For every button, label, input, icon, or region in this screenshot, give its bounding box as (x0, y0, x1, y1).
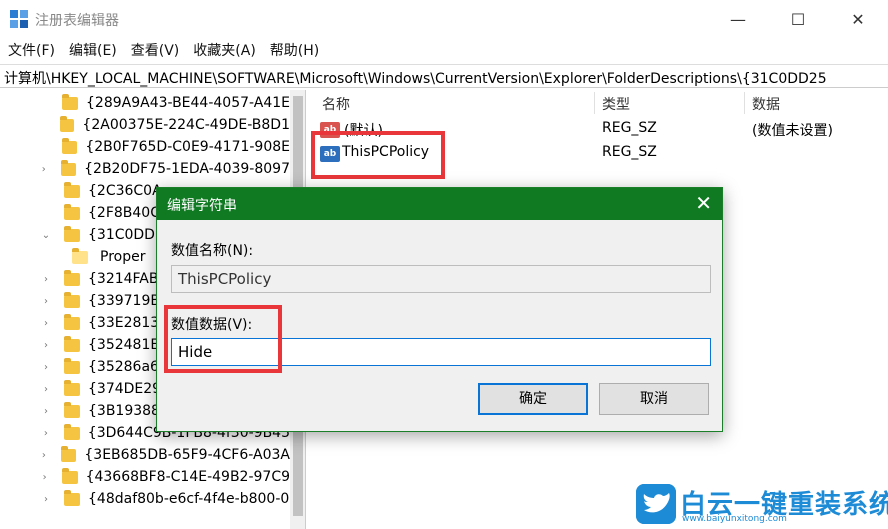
folder-icon (64, 401, 80, 418)
menu-help[interactable]: 帮助(H) (262, 40, 325, 62)
collapse-arrow-icon[interactable]: ⌄ (40, 230, 52, 241)
close-button[interactable]: ✕ (828, 0, 888, 38)
folder-icon (64, 291, 80, 308)
ok-button[interactable]: 确定 (478, 383, 588, 415)
expand-arrow-icon[interactable]: › (40, 318, 52, 329)
tree-item[interactable]: {2A00375E-224C-49DE-B8D1 (0, 114, 290, 136)
expand-arrow-icon[interactable]: › (40, 494, 52, 505)
dialog-close-icon[interactable]: ✕ (695, 191, 712, 215)
expand-arrow-icon[interactable]: › (38, 450, 49, 461)
folder-icon (59, 115, 75, 132)
folder-icon (64, 225, 80, 242)
column-divider[interactable] (594, 92, 595, 114)
value-data: (数值未设置) (752, 123, 833, 139)
expand-arrow-icon[interactable]: › (40, 362, 52, 373)
tree-item[interactable]: {289A9A43-BE44-4057-A41E (0, 92, 290, 114)
folder-icon (62, 467, 78, 484)
highlight-box-value-name (311, 131, 445, 179)
column-divider[interactable] (744, 92, 745, 114)
bird-logo-icon (636, 484, 676, 524)
value-name-label: 数值名称(N): (171, 243, 254, 259)
menu-file[interactable]: 文件(F) (0, 40, 61, 62)
expand-arrow-icon[interactable]: › (40, 406, 52, 417)
column-header-name[interactable]: 名称 (322, 94, 350, 114)
registry-editor-icon (10, 10, 28, 28)
folder-icon (62, 93, 79, 110)
folder-icon (64, 335, 80, 352)
folder-icon (64, 489, 80, 506)
title-bar: 注册表编辑器 — ☐ ✕ (0, 0, 888, 38)
expand-arrow-icon[interactable]: › (39, 472, 51, 483)
folder-icon (64, 357, 80, 374)
dialog-title: 编辑字符串 (167, 198, 237, 214)
value-name-field[interactable]: ThisPCPolicy (171, 265, 711, 293)
column-header-data[interactable]: 数据 (752, 94, 780, 114)
column-header-type[interactable]: 类型 (602, 94, 630, 114)
folder-icon (64, 269, 80, 286)
cancel-button[interactable]: 取消 (599, 383, 709, 415)
expand-arrow-icon[interactable]: › (38, 164, 49, 175)
folder-icon (63, 423, 80, 440)
menu-bar: 文件(F) 编辑(E) 查看(V) 收藏夹(A) 帮助(H) (0, 40, 325, 62)
value-type: REG_SZ (602, 120, 657, 136)
folder-icon (60, 159, 77, 176)
minimize-button[interactable]: — (708, 0, 768, 38)
watermark-logo: 白云一键重装系统 www.baiyunxitong.com (636, 484, 888, 529)
tree-item[interactable]: › {2B20DF75-1EDA-4039-8097 (0, 158, 290, 180)
value-type: REG_SZ (602, 144, 657, 160)
tree-item[interactable]: › {48daf80b-e6cf-4f4e-b800-0 (0, 488, 290, 510)
folder-icon (64, 181, 80, 198)
folder-icon (72, 247, 88, 264)
address-path[interactable]: 计算机\HKEY_LOCAL_MACHINE\SOFTWARE\Microsof… (4, 68, 827, 88)
folder-icon (61, 137, 78, 154)
dialog-title-bar: 编辑字符串 ✕ (157, 188, 722, 220)
watermark-url: www.baiyunxitong.com (682, 514, 787, 524)
folder-icon (64, 313, 80, 330)
menu-edit[interactable]: 编辑(E) (61, 40, 123, 62)
maximize-button[interactable]: ☐ (768, 0, 828, 38)
highlight-box-value-data (164, 305, 282, 373)
tree-item[interactable]: › {3EB685DB-65F9-4CF6-A03A (0, 444, 290, 466)
menu-favorites[interactable]: 收藏夹(A) (185, 40, 262, 62)
folder-icon (61, 445, 77, 462)
tree-item[interactable]: {2B0F765D-C0E9-4171-908E (0, 136, 290, 158)
window-title: 注册表编辑器 (35, 13, 119, 29)
expand-arrow-icon[interactable]: › (40, 340, 52, 351)
expand-arrow-icon[interactable]: › (40, 274, 52, 285)
expand-arrow-icon[interactable]: › (40, 384, 52, 395)
address-bar[interactable]: 计算机\HKEY_LOCAL_MACHINE\SOFTWARE\Microsof… (0, 64, 888, 88)
folder-icon (64, 203, 80, 220)
expand-arrow-icon[interactable]: › (40, 296, 52, 307)
expand-arrow-icon[interactable]: › (40, 428, 52, 439)
tree-item[interactable]: › {43668BF8-C14E-49B2-97C9 (0, 466, 290, 488)
menu-view[interactable]: 查看(V) (123, 40, 186, 62)
folder-icon (64, 379, 80, 396)
